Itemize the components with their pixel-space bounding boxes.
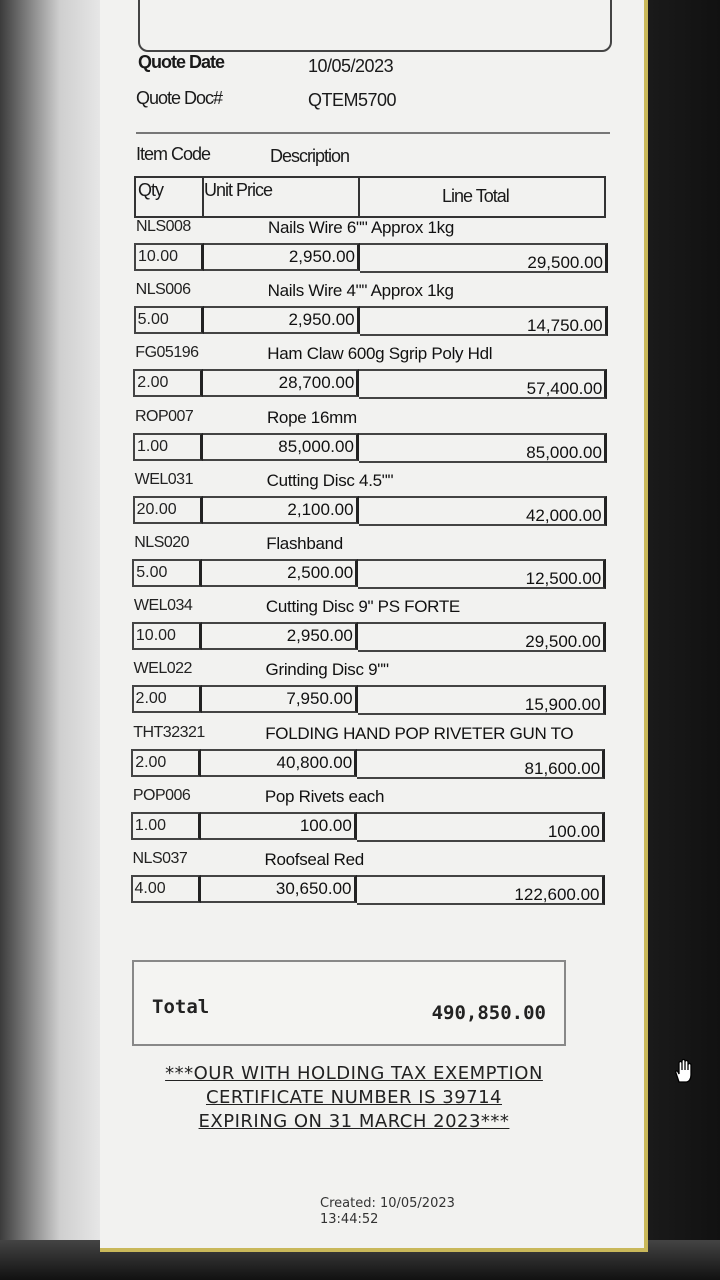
notice-line: EXPIRING ON 31 MARCH 2023*** xyxy=(198,1111,510,1132)
item-qty: 5.00 xyxy=(132,559,203,587)
item-line-total: 85,000.00 xyxy=(358,432,607,463)
item-line-total: 29,500.00 xyxy=(357,622,606,653)
item-description: Flashband xyxy=(266,534,343,553)
item-description: Nails Wire 6"" Approx 1kg xyxy=(268,218,454,237)
item-description: FOLDING HAND POP RIVETER GUN TO xyxy=(265,723,574,743)
item-unit-price: 7,950.00 xyxy=(201,685,358,714)
item-qty: 4.00 xyxy=(130,875,201,903)
item-code: ROP007 xyxy=(134,407,194,425)
item-line-total: 42,000.00 xyxy=(358,495,607,526)
item-line-total: 14,750.00 xyxy=(359,306,608,337)
column-header-qty: Qty xyxy=(138,180,164,200)
column-header-line-total: Line Total xyxy=(442,186,510,206)
line-item: WEL034 Cutting Disc 9" PS FORTE 10.00 2,950… xyxy=(131,597,614,661)
created-time: 13:44:52 xyxy=(320,1212,379,1227)
item-unit-price: 2,500.00 xyxy=(202,559,359,587)
quote-date-value: 10/05/2023 xyxy=(308,56,394,76)
line-item: NLS020 Flashband 5.00 2,500.00 12,500.00 xyxy=(132,534,614,598)
line-item: NLS008 Nails Wire 6"" Approx 1kg 10.00 2,95… xyxy=(134,218,616,282)
item-code: THT32321 xyxy=(133,723,205,741)
item-line-total: 100.00 xyxy=(356,811,605,842)
item-unit-price: 100.00 xyxy=(200,811,357,840)
item-description: Rope 16mm xyxy=(266,407,357,427)
item-qty: 2.00 xyxy=(131,685,202,714)
item-code: NLS008 xyxy=(136,218,191,235)
item-description: Nails Wire 4"" Approx 1kg xyxy=(267,281,454,301)
monitor-bezel-left xyxy=(0,0,100,1280)
item-line-total: 12,500.00 xyxy=(358,559,607,589)
item-description: Pop Rivets each xyxy=(264,786,385,806)
item-description: Ham Claw 600g Sgrip Poly Hdl xyxy=(267,344,493,364)
item-code: NLS006 xyxy=(135,281,191,299)
line-item: WEL031 Cutting Disc 4.5"" 20.00 2,100.00 42,… xyxy=(132,470,615,535)
created-date: Created: 10/05/2023 xyxy=(320,1196,455,1211)
item-code: FG05196 xyxy=(135,344,199,362)
item-line-total: 122,600.00 xyxy=(356,875,605,905)
item-code: NLS037 xyxy=(132,850,188,867)
quote-doc-value: QTEM5700 xyxy=(308,90,397,110)
item-qty: 2.00 xyxy=(131,748,202,777)
header-box xyxy=(138,0,612,52)
item-description: Cutting Disc 4.5"" xyxy=(266,470,394,490)
total-value: 490,850.00 xyxy=(431,1002,546,1024)
item-unit-price: 28,700.00 xyxy=(203,369,360,398)
item-qty: 20.00 xyxy=(132,495,203,524)
line-item: WEL022 Grinding Disc 9"" 2.00 7,950.00 15,90… xyxy=(131,660,614,724)
item-qty: 10.00 xyxy=(131,622,202,651)
item-unit-price: 2,950.00 xyxy=(201,622,358,651)
quote-document: Quote Date 10/05/2023 Quote Doc# QTEM570… xyxy=(100,0,648,1252)
item-unit-price: 40,800.00 xyxy=(201,748,358,777)
item-qty: 5.00 xyxy=(133,306,204,335)
item-unit-price: 2,100.00 xyxy=(202,495,359,524)
column-header-description: Description xyxy=(270,146,350,166)
monitor-bezel-right xyxy=(640,0,720,1280)
item-code: POP006 xyxy=(132,786,191,804)
line-item: ROP007 Rope 16mm 1.00 85,000.00 85,000.00 xyxy=(132,407,615,472)
line-item: POP006 Pop Rivets each 1.00 100.00 100.00 xyxy=(130,786,613,851)
item-code: WEL022 xyxy=(133,660,193,678)
column-header-item-code: Item Code xyxy=(136,144,211,164)
column-header-box: Qty Unit Price Line Total xyxy=(134,176,606,218)
item-code: NLS020 xyxy=(134,534,190,551)
item-code: WEL034 xyxy=(133,597,193,615)
item-description: Roofseal Red xyxy=(264,850,365,869)
item-code: WEL031 xyxy=(134,470,194,488)
line-item: FG05196 Ham Claw 600g Sgrip Poly Hdl 2.00 2… xyxy=(133,344,615,408)
item-unit-price: 30,650.00 xyxy=(200,875,357,903)
item-description: Grinding Disc 9"" xyxy=(265,660,389,680)
line-item: NLS006 Nails Wire 4"" Approx 1kg 5.00 2,950… xyxy=(133,281,616,345)
total-label: Total xyxy=(152,996,210,1018)
quote-doc-label: Quote Doc# xyxy=(136,88,223,108)
column-divider xyxy=(358,178,360,216)
created-timestamp: Created: 10/05/2023 13:44:52 xyxy=(320,1196,455,1228)
item-description: Cutting Disc 9" PS FORTE xyxy=(265,597,460,617)
item-qty: 1.00 xyxy=(132,432,203,461)
item-line-total: 29,500.00 xyxy=(360,243,608,273)
item-unit-price: 85,000.00 xyxy=(202,432,359,461)
item-line-total: 15,900.00 xyxy=(357,685,606,716)
notice-line: ***OUR WITH HOLDING TAX EXEMPTION xyxy=(165,1063,543,1084)
item-unit-price: 2,950.00 xyxy=(204,243,360,271)
item-line-total: 57,400.00 xyxy=(359,369,608,400)
notice-line: CERTIFICATE NUMBER IS 39714 xyxy=(205,1087,502,1108)
column-header-unit-price: Unit Price xyxy=(204,180,273,200)
line-item: NLS037 Roofseal Red 4.00 30,650.00 122,600.0… xyxy=(130,850,613,914)
total-box: Total 490,850.00 xyxy=(132,960,566,1046)
header-divider xyxy=(136,132,610,134)
tax-exemption-notice: ***OUR WITH HOLDING TAX EXEMPTION CERTIF… xyxy=(134,1062,574,1134)
hand-cursor-icon xyxy=(672,1058,696,1084)
item-line-total: 81,600.00 xyxy=(357,748,606,779)
item-qty: 1.00 xyxy=(130,811,201,840)
item-qty: 10.00 xyxy=(134,243,204,271)
quote-date-label: Quote Date xyxy=(138,52,225,72)
item-qty: 2.00 xyxy=(133,369,204,398)
item-unit-price: 2,950.00 xyxy=(203,306,360,335)
line-item: THT32321 FOLDING HAND POP RIVETER GUN TO 2… xyxy=(131,723,613,788)
